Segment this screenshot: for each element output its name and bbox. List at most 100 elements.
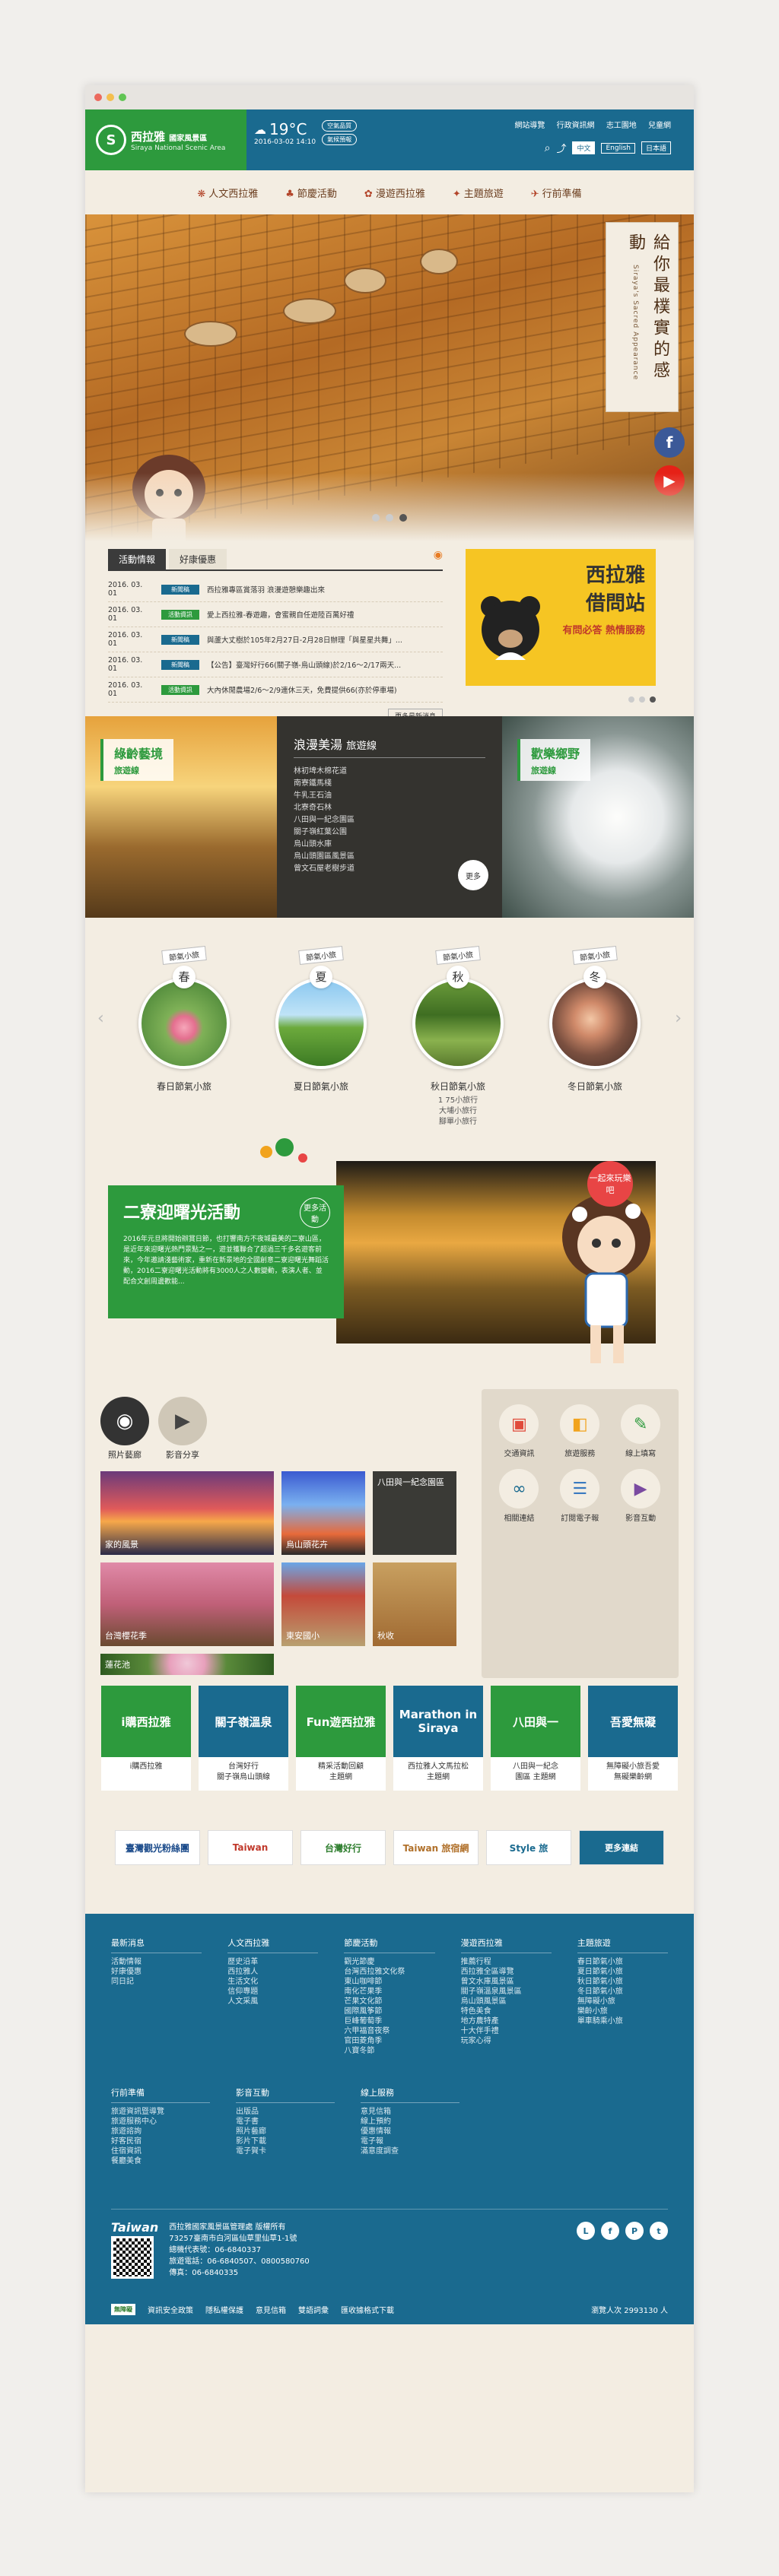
footer-link[interactable]: 滿意度調查 [361,2146,459,2156]
hero-pager[interactable] [372,514,407,522]
footer-column-title[interactable]: 主題旅遊 [577,1937,669,1953]
link-sitemap[interactable]: 網站導覽 [514,122,545,130]
footer-link[interactable]: 南化芒果季 [344,1987,434,1997]
route-more-button[interactable]: 更多 [458,860,488,890]
season-winter[interactable]: 節氣小旅 冬 冬日節氣小旅 [538,946,652,1138]
route-stop[interactable]: 八田與一紀念園區 [294,814,485,826]
photo-tile[interactable]: 台灣櫻花季 [100,1562,274,1646]
service-newsletter[interactable]: ☰ 訂閱電子報 [549,1469,610,1523]
nav-prep[interactable]: ✈ 行前準備 [531,186,582,200]
chevron-left-icon[interactable]: ‹ [97,1009,104,1028]
footer-link[interactable]: 六甲福音夜祭 [344,2026,434,2036]
footer-link[interactable]: 關子嶺溫泉風景區 [461,1987,552,1997]
chevron-right-icon[interactable]: › [675,1009,682,1028]
footer-link[interactable]: 電子報 [361,2137,459,2146]
link-kids[interactable]: 兒童網 [648,122,671,130]
lang-chinese[interactable]: 中文 [572,141,596,154]
plurk-icon[interactable]: P [625,2222,644,2240]
site-logo[interactable]: S 西拉雅 國家風景區 Siraya National Scenic Area [85,109,246,170]
news-row[interactable]: 2016. 03. 01 活動資訊 愛上西拉雅-春遊趣，會蜜親自任遊陸百萬好禮 [108,602,443,627]
footer-column-title[interactable]: 漫遊西拉雅 [460,1937,552,1953]
footer-link[interactable]: 好客民宿 [111,2137,210,2146]
route-stop[interactable]: 北寮奇石林 [294,802,485,814]
footer-column-title[interactable]: 人文西拉雅 [227,1937,319,1953]
footer-link[interactable]: 旅遊諮詢 [111,2127,210,2137]
lang-english[interactable]: English [601,142,635,154]
route-stop[interactable]: 林初埤木棉花道 [294,766,485,778]
route-stop[interactable]: 烏山頭園區風景區 [294,851,485,863]
footer-link[interactable]: 八寶冬節 [344,2046,434,2056]
tab-video-share[interactable]: ▶ 影音分享 [158,1397,207,1461]
event-bubble[interactable]: 一起來玩樂吧 [587,1161,633,1207]
photo-tile[interactable]: 蓮花池 [100,1654,274,1675]
pager-dot-active[interactable] [650,696,656,703]
footer-link[interactable]: 旅遊服務中心 [111,2117,210,2127]
nav-roaming[interactable]: ✿ 漫遊西拉雅 [364,186,425,200]
footer-link[interactable]: 歷史沿革 [227,1957,318,1967]
footer-link[interactable]: 秋日節氣小旅 [577,1977,668,1987]
footer-link[interactable]: 影片下載 [236,2137,335,2146]
partner-link[interactable]: Taiwan [208,1830,293,1865]
route-stop[interactable]: 曾文石屋老樹步道 [294,863,485,875]
footer-link[interactable]: 電子書 [236,2117,335,2127]
route-country[interactable]: 歡樂鄉野 旅遊線 [502,716,694,918]
footer-link[interactable]: 夏日節氣小旅 [577,1967,668,1977]
photo-tile[interactable]: 東安國小 [281,1562,365,1646]
footer-link[interactable]: 餐廳美食 [111,2156,210,2166]
season-summer[interactable]: 節氣小旅 夏 夏日節氣小旅 [264,946,378,1138]
promo-card[interactable]: 關子嶺溫泉 台灣好行 關子嶺烏山頭線 [199,1686,288,1823]
service-media[interactable]: ▶ 影音互動 [610,1469,671,1523]
link-admin-info[interactable]: 行政資訊網 [557,122,595,130]
promo-card[interactable]: 八田與一 八田與一紀念 園區 主題網 [491,1686,580,1823]
footer-link[interactable]: 人文采風 [227,1997,318,2007]
rss-icon[interactable]: ◉ [434,549,443,569]
minimize-dot[interactable] [107,94,114,101]
footer-link[interactable]: 資訊安全政策 [148,2304,193,2315]
forecast-button[interactable]: 氣候預報 [322,134,358,145]
nav-themes[interactable]: ✦ 主題旅遊 [453,186,504,200]
service-online[interactable]: ✎ 線上填寫 [610,1404,671,1458]
route-stop[interactable]: 烏山頭水庫 [294,839,485,851]
footer-link[interactable]: 生活文化 [227,1977,318,1987]
footer-link[interactable]: 住宿資訊 [111,2146,210,2156]
footer-column-title[interactable]: 線上服務 [361,2086,459,2103]
air-quality-button[interactable]: 空氣品質 [322,120,358,132]
footer-link[interactable]: 匯收據格式下載 [341,2304,394,2315]
footer-link[interactable]: 電子賀卡 [236,2146,335,2156]
lang-japanese[interactable]: 日本語 [641,141,671,154]
twitter-icon[interactable]: t [650,2222,668,2240]
footer-link[interactable]: 無障礙小旅 [577,1997,668,2007]
route-stop[interactable]: 南寮鐵馬棧 [294,778,485,790]
footer-link[interactable]: 樂齡小旅 [577,2007,668,2016]
tab-deals[interactable]: 好康優惠 [169,549,227,569]
maximize-dot[interactable] [119,94,126,101]
footer-link[interactable]: 線上預約 [361,2117,459,2127]
footer-column-title[interactable]: 行前準備 [111,2086,210,2103]
footer-column-title[interactable]: 影音互動 [236,2086,335,2103]
close-dot[interactable] [94,94,102,101]
facebook-icon[interactable]: f [654,427,685,458]
season-autumn[interactable]: 節氣小旅 秋 秋日節氣小旅 1 75小旅行 大埔小旅行 腳單小旅行 [401,946,515,1138]
photo-tile[interactable]: 八田與一紀念園區 [373,1471,456,1555]
route-romantic[interactable]: 浪漫美湯 旅遊線 林初埤木棉花道 南寮鐵馬棧 牛乳王石油 北寮奇石林 八田與一紀念園區關… [277,716,502,918]
footer-link[interactable]: 台灣西拉雅文化祭 [344,1967,434,1977]
footer-link[interactable]: 照片藝廊 [236,2127,335,2137]
event-more-button[interactable]: 更多活動 [300,1198,330,1228]
footer-link[interactable]: 同日記 [111,1977,202,1987]
news-row[interactable]: 2016. 03. 01 活動資訊 大內休閒農場2/6～2/9連休三天，免費提供… [108,677,443,703]
footer-link[interactable]: 特色美食 [461,2007,552,2016]
footer-link[interactable]: 單車騎乘小旅 [577,2016,668,2026]
photo-tile[interactable]: 秋收 [373,1562,456,1646]
footer-link[interactable]: 活動情報 [111,1957,202,1967]
footer-link[interactable]: 出版品 [236,2107,335,2117]
footer-link[interactable]: 冬日節氣小旅 [577,1987,668,1997]
footer-link[interactable]: 好康優惠 [111,1967,202,1977]
footer-link[interactable]: 曾文水庫風景區 [461,1977,552,1987]
promo-card[interactable]: 吾愛無礙 無障礙小旅吾愛 無礙樂齡網 [588,1686,678,1823]
service-links[interactable]: ∞ 相關連結 [489,1469,550,1523]
footer-link[interactable]: 意見信箱 [361,2107,459,2117]
tab-photo-gallery[interactable]: ◉ 照片藝廊 [100,1397,149,1461]
promo-card[interactable]: Fun遊西拉雅 精采活動回顧 主題網 [296,1686,386,1823]
season-sub-item[interactable]: 腳單小旅行 [401,1117,515,1128]
footer-link[interactable]: 旅遊資訊暨導覽 [111,2107,210,2117]
